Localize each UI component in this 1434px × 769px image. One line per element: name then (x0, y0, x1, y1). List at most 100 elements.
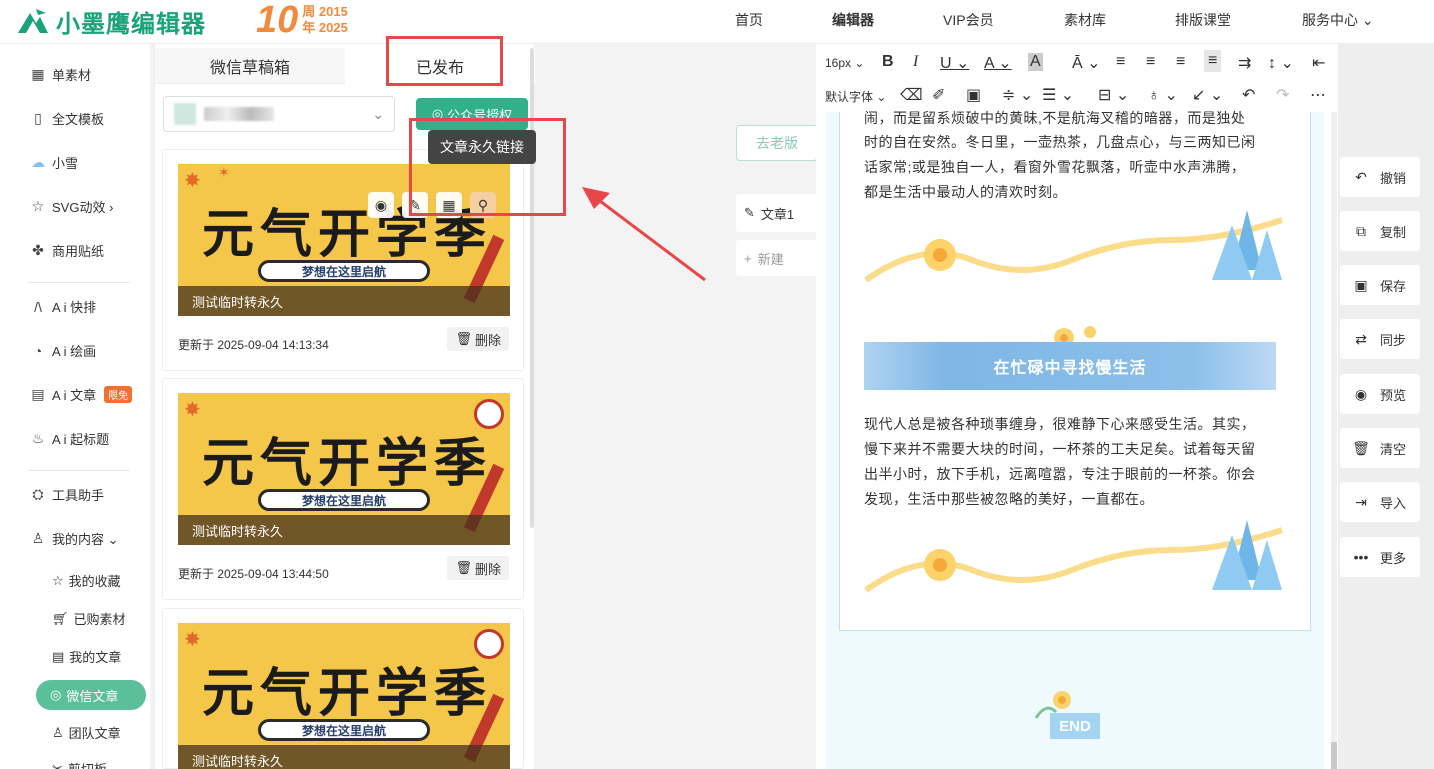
action-label: 撤销 (1380, 170, 1407, 186)
sidebar-item-svg[interactable]: ☆ SVG动效 › (30, 197, 114, 216)
preview-eye-icon[interactable]: ◉ (368, 192, 394, 218)
spacing-icon[interactable]: ≑ ⌄ (1002, 85, 1033, 105)
sidebar-item-label: A i 文章 (52, 388, 97, 403)
copy-icon: ⧉ (1356, 222, 1366, 239)
divider-icon[interactable]: ☰ ⌄ (1042, 85, 1074, 105)
sidebar-item-my-content[interactable]: ♙ 我的内容 ⌄ (30, 529, 119, 548)
cover-caption: 测试临时转永久 (178, 745, 510, 769)
sidebar-sub-my-articles[interactable]: ▤ 我的文章 (52, 647, 121, 666)
article-card[interactable]: ✸ 元气开学季 梦想在这里启航 测试临时转永久 更新于 2025-09-04 1… (162, 378, 524, 600)
article-card[interactable]: ✸ 元气开学季 梦想在这里启航 测试临时转永久 (162, 608, 524, 769)
format-brush-icon[interactable]: ✐ (932, 85, 945, 105)
align-center-icon[interactable]: ≡ (1146, 53, 1155, 71)
sidebar-item-snow[interactable]: ☁ 小雪 (30, 153, 78, 172)
font-family-select[interactable]: 默认字体 ⌄ (825, 88, 886, 105)
redo-icon[interactable]: ↷ (1276, 85, 1289, 105)
import-button[interactable]: ⇥ 导入 (1340, 482, 1420, 522)
eraser-icon[interactable]: ⌫ (900, 85, 923, 105)
undo-button[interactable]: ↶ 撤销 (1340, 157, 1420, 197)
palette-icon: ◔ (33, 342, 43, 359)
sidebar-item-ai-article[interactable]: ▤ A i 文章 限免 (30, 385, 133, 404)
old-version-button[interactable]: 去老版 (736, 125, 818, 161)
nav-editor[interactable]: 编辑器 (832, 10, 874, 30)
cover-subtitle: 梦想在这里启航 (258, 489, 430, 511)
nav-materials[interactable]: 素材库 (1064, 10, 1106, 30)
sidebar-divider (28, 470, 130, 471)
scrollbar-thumb[interactable] (1331, 742, 1337, 769)
account-name-blurred (204, 107, 274, 121)
paragraph-1[interactable]: 闹，而是留系烦破中的黄昧,不是航海叉稽的暗器，而是独处 时的自在安然。冬日里，一… (864, 106, 1288, 205)
nav-vip[interactable]: VIP会员 (943, 10, 994, 30)
sidebar-sub-clipboard[interactable]: ✂ 剪切板 (52, 759, 107, 769)
tab-drafts[interactable]: 微信草稿箱 (155, 48, 345, 84)
sidebar-sub-wechat-articles[interactable]: ◎ 微信文章 (36, 680, 146, 710)
image-icon[interactable]: ▣ (966, 85, 981, 105)
top-navbar: 小墨鹰编辑器 10 周 2015 年 2025 首页 编辑器 VIP会员 素材库… (0, 0, 1434, 44)
sync-button[interactable]: ⇄ 同步 (1340, 319, 1420, 359)
clear-button[interactable]: 🗑︎ 清空 (1340, 428, 1420, 468)
brand-logo[interactable]: 小墨鹰编辑器 (16, 4, 206, 38)
export-icon[interactable]: ⇤ (1312, 53, 1325, 73)
user-icon: ♙ (31, 530, 45, 546)
trash-icon: 🗑︎ (455, 560, 472, 575)
nav-service[interactable]: 服务中心 ⌄ (1302, 10, 1374, 30)
align-left-icon[interactable]: ≡ (1116, 53, 1125, 71)
bulb-icon[interactable]: ♁ ⌄ (1148, 85, 1178, 105)
section-banner[interactable]: 在忙碌中寻找慢生活 (864, 342, 1276, 390)
more-button[interactable]: ••• 更多 (1340, 537, 1420, 577)
sidebar-item-template[interactable]: ▯ 全文模板 (30, 109, 104, 128)
copy-button[interactable]: ⧉ 复制 (1340, 211, 1420, 251)
delete-button[interactable]: 🗑︎ 删除 (447, 556, 509, 580)
highlight-color-icon[interactable]: A (1028, 53, 1043, 71)
sidebar-sub-team-articles[interactable]: ♙ 团队文章 (52, 723, 121, 742)
sidebar-item-sticker[interactable]: ✤ 商用贴纸 (30, 241, 104, 260)
anniversary-badge: 10 周 2015 年 2025 (256, 0, 348, 40)
article-cover[interactable]: ✸ 元气开学季 梦想在这里启航 测试临时转永久 (178, 393, 510, 545)
paragraph-2[interactable]: 现代人总是被各种琐事缠身，很难静下心来感受生活。其实， 慢下来并不需要大块的时间… (864, 412, 1288, 512)
text-effect-icon[interactable]: Ā ⌄ (1072, 53, 1101, 73)
account-select[interactable]: ⌄ (163, 96, 395, 132)
align-justify-icon[interactable]: ≡ (1204, 50, 1222, 72)
save-button[interactable]: ▣ 保存 (1340, 265, 1420, 305)
preview-button[interactable]: ◉ 预览 (1340, 374, 1420, 414)
article-tab-1[interactable]: ✎ 文章1 (736, 194, 820, 232)
sidebar-item-ai-layout[interactable]: /\ A i 快排 (30, 297, 96, 316)
sidebar-item-ai-paint[interactable]: ◔ A i 绘画 (30, 341, 96, 360)
italic-icon[interactable]: I (913, 53, 918, 71)
article-cover[interactable]: ✸ 元气开学季 梦想在这里启航 测试临时转永久 (178, 623, 510, 769)
new-article-button[interactable]: + 新建 (736, 240, 820, 276)
cursor-icon[interactable]: ↙ ⌄ (1192, 85, 1223, 105)
delete-button[interactable]: 🗑︎ 删除 (447, 327, 509, 351)
save-icon: ▣ (1354, 276, 1368, 293)
underline-icon[interactable]: U ⌄ (940, 53, 969, 73)
cart-icon: 🛒︎ (52, 610, 69, 626)
sidebar-sub-label: 我的收藏 (68, 574, 121, 589)
editor-scrollbar[interactable] (1331, 112, 1337, 769)
font-color-icon[interactable]: A ⌄ (984, 53, 1012, 73)
sidebar-sub-favorites[interactable]: ☆ 我的收藏 (52, 571, 121, 590)
sidebar-item-label: SVG动效 › (52, 200, 114, 215)
leaf-decoration: ✸ (184, 629, 201, 651)
bold-icon[interactable]: B (882, 53, 894, 71)
indent-icon[interactable]: ⇉ (1238, 53, 1251, 73)
action-label: 清空 (1380, 441, 1407, 457)
more-tools-icon[interactable]: ⋯ (1310, 85, 1326, 105)
delete-label: 删除 (474, 561, 501, 577)
sidebar-item-single[interactable]: ▦ 单素材 (30, 65, 91, 84)
sidebar-item-label: 工具助手 (52, 488, 105, 503)
sidebar-sub-purchased[interactable]: 🛒︎ 已购素材 (52, 609, 126, 628)
sidebar-item-tools[interactable]: ⛭ 工具助手 (30, 485, 104, 504)
nav-course[interactable]: 排版课堂 (1175, 10, 1231, 30)
line-height-icon[interactable]: ↕ ⌄ (1268, 53, 1294, 73)
sidebar-item-ai-title[interactable]: ♨ A i 起标题 (30, 429, 109, 448)
align-right-icon[interactable]: ≡ (1176, 53, 1185, 71)
undo-icon[interactable]: ↶ (1242, 85, 1255, 105)
flower-wave-decoration (864, 520, 1283, 593)
nav-home[interactable]: 首页 (735, 10, 763, 30)
padding-icon[interactable]: ⊟ ⌄ (1098, 85, 1129, 105)
ai-icon: /\ (34, 298, 42, 315)
sidebar-sub-label: 剪切板 (68, 759, 107, 769)
free-badge: 限免 (104, 386, 133, 403)
article-tab-label: 文章1 (760, 206, 795, 222)
font-size-select[interactable]: 16px ⌄ (825, 56, 864, 70)
